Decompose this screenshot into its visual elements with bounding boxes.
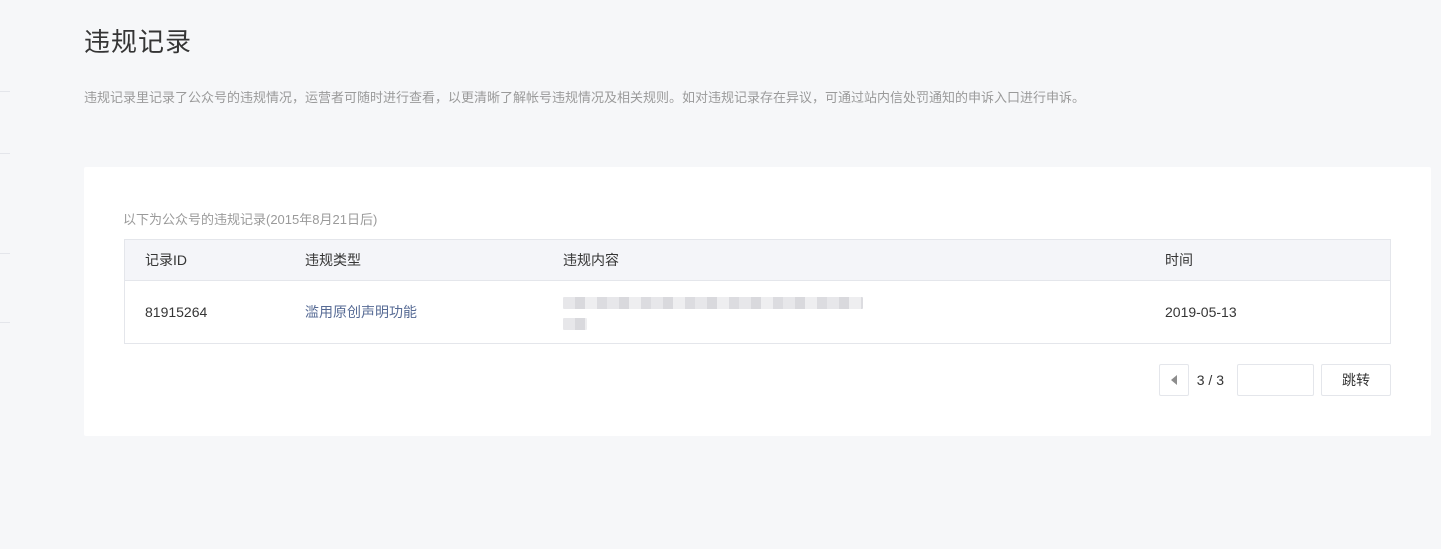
record-id: 81915264	[145, 304, 208, 320]
column-header-type: 违规类型	[305, 252, 361, 268]
nav-divider	[0, 153, 10, 154]
nav-divider	[0, 253, 10, 254]
prev-page-button[interactable]	[1158, 364, 1189, 396]
column-header-content: 违规内容	[563, 252, 619, 268]
redacted-line	[563, 296, 863, 309]
table-header: 记录ID 违规类型 违规内容 时间	[125, 240, 1390, 281]
page-indicator: 3 / 3	[1196, 372, 1224, 388]
nav-divider	[0, 322, 10, 323]
record-type: 滥用原创声明功能	[305, 302, 563, 322]
page-jump-input[interactable]	[1237, 364, 1314, 396]
records-card: 以下为公众号的违规记录(2015年8月21日后) 记录ID 违规类型 违规内容 …	[84, 167, 1431, 436]
record-time: 2019-05-13	[1165, 304, 1237, 320]
record-content	[563, 295, 1165, 330]
redacted-content	[563, 295, 1165, 330]
records-table: 记录ID 违规类型 违规内容 时间 81915264 滥用原创声明功能 2019…	[124, 239, 1391, 344]
jump-button[interactable]: 跳转	[1321, 364, 1391, 396]
column-header-id: 记录ID	[145, 252, 187, 268]
triangle-left-icon	[1170, 375, 1177, 385]
page-title: 违规记录	[84, 27, 193, 57]
column-header-time: 时间	[1165, 252, 1193, 268]
records-caption: 以下为公众号的违规记录(2015年8月21日后)	[123, 212, 378, 227]
pagination: 3 / 3 跳转	[1158, 364, 1391, 396]
table-row: 81915264 滥用原创声明功能 2019-05-13	[125, 281, 1390, 343]
redacted-line	[563, 317, 587, 330]
nav-divider	[0, 91, 10, 92]
record-type-link[interactable]: 滥用原创声明功能	[305, 304, 417, 320]
left-nav-rail	[0, 0, 10, 549]
page-description: 违规记录里记录了公众号的违规情况，运营者可随时进行查看，以更清晰了解帐号违规情况…	[84, 90, 1086, 105]
